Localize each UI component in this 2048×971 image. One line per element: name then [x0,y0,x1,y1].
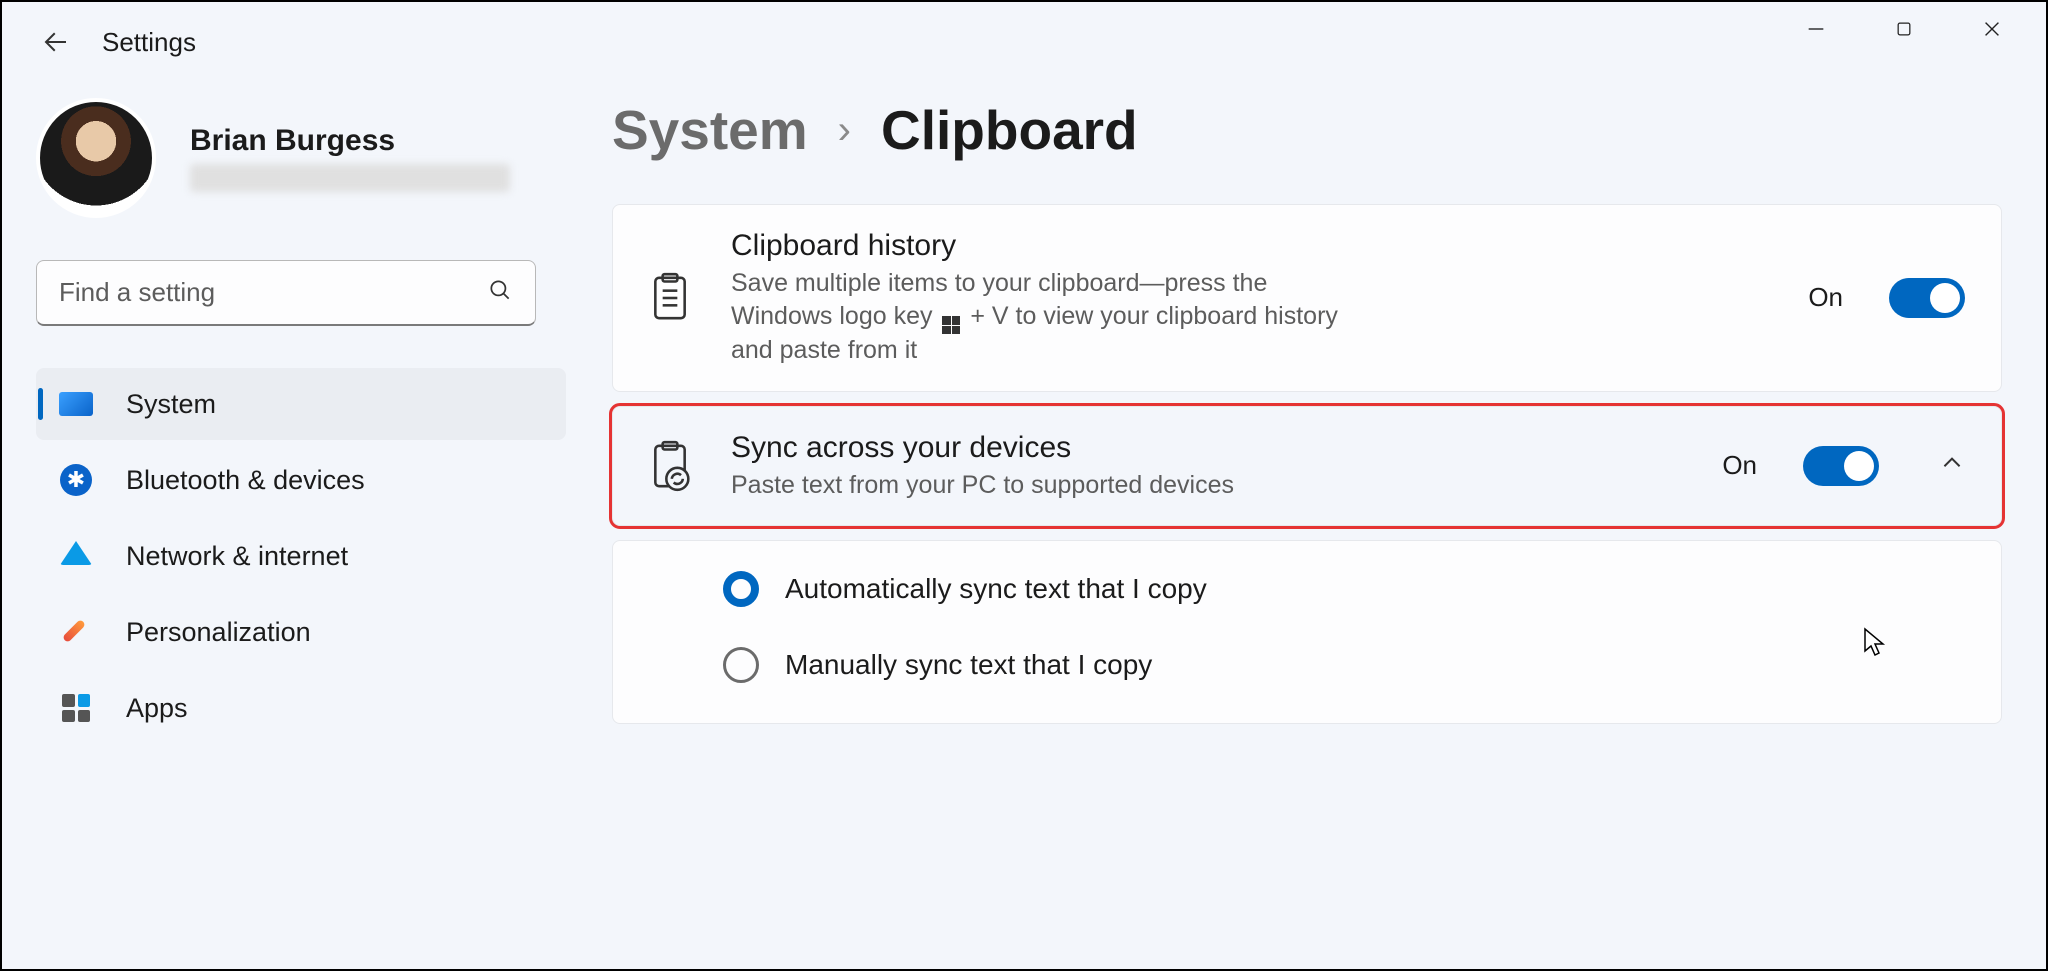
brush-icon [56,612,96,652]
toggle-state-label: On [1808,282,1843,313]
sidebar: Brian Burgess System ✱ Bluetooth & devic… [36,98,566,744]
card-clipboard-history[interactable]: Clipboard history Save multiple items to… [612,204,2002,392]
avatar [36,98,156,218]
breadcrumb-current: Clipboard [881,98,1138,162]
nav-item-network[interactable]: Network & internet [36,520,566,592]
nav-label: Personalization [126,617,311,648]
maximize-button[interactable] [1875,10,1933,48]
nav: System ✱ Bluetooth & devices Network & i… [36,368,566,744]
card-description: Save multiple items to your clipboard—pr… [731,267,1351,367]
close-button[interactable] [1963,10,2021,48]
apps-icon [56,688,96,728]
wifi-icon [56,536,96,576]
nav-label: System [126,389,216,420]
radio-label: Manually sync text that I copy [785,649,1152,681]
chevron-up-icon[interactable] [1939,450,1965,481]
clipboard-history-toggle[interactable] [1889,278,1965,318]
header: Settings [2,2,2046,60]
sync-devices-toggle[interactable] [1803,446,1879,486]
card-sync-devices[interactable]: Sync across your devices Paste text from… [612,406,2002,527]
nav-item-apps[interactable]: Apps [36,672,566,744]
clipboard-icon [643,271,697,325]
profile-name: Brian Burgess [190,124,510,158]
clipboard-sync-icon [643,439,697,493]
minimize-button[interactable] [1787,10,1845,48]
main-content: System › Clipboard Clipboard history Sav… [612,98,2012,744]
sync-options-panel: Automatically sync text that I copy Manu… [612,540,2002,724]
card-title: Clipboard history [731,229,1774,263]
nav-item-system[interactable]: System [36,368,566,440]
back-button[interactable] [38,24,74,60]
nav-item-bluetooth[interactable]: ✱ Bluetooth & devices [36,444,566,516]
radio-icon [723,647,759,683]
nav-label: Bluetooth & devices [126,465,365,496]
radio-auto-sync[interactable]: Automatically sync text that I copy [723,571,1965,607]
breadcrumb-parent[interactable]: System [612,98,808,162]
app-title: Settings [102,27,196,58]
nav-label: Network & internet [126,541,348,572]
window-controls [1787,2,2046,48]
search-input[interactable] [59,277,487,308]
radio-icon [723,571,759,607]
radio-manual-sync[interactable]: Manually sync text that I copy [723,647,1965,683]
windows-logo-icon [942,316,960,334]
profile-email-blurred [190,164,510,192]
profile-block[interactable]: Brian Burgess [36,98,566,218]
chevron-right-icon: › [838,108,851,153]
system-icon [56,384,96,424]
search-box[interactable] [36,260,536,326]
nav-item-personalization[interactable]: Personalization [36,596,566,668]
card-description: Paste text from your PC to supported dev… [731,469,1351,502]
breadcrumb: System › Clipboard [612,98,2002,162]
search-icon [487,277,513,308]
nav-label: Apps [126,693,188,724]
bluetooth-icon: ✱ [56,460,96,500]
radio-label: Automatically sync text that I copy [785,573,1207,605]
toggle-state-label: On [1722,450,1757,481]
card-title: Sync across your devices [731,431,1688,465]
